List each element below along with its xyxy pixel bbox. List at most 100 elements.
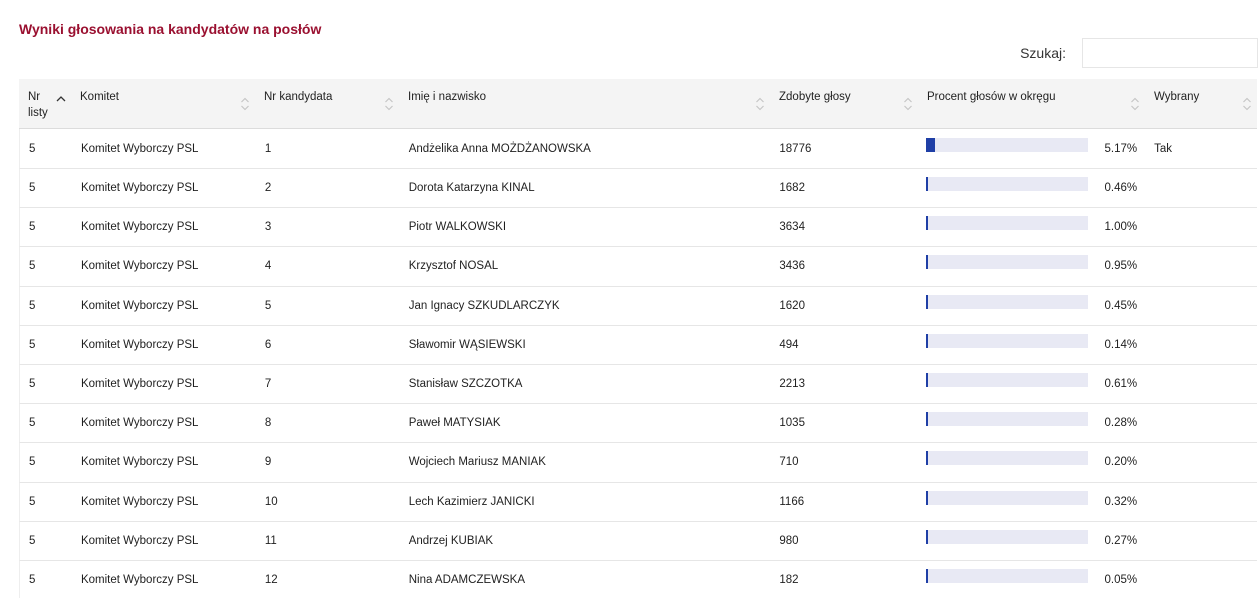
cell-percent: 0.61% [918, 365, 1145, 403]
cell-elected [1145, 169, 1257, 207]
column-header-percent[interactable]: Procent głosów w okręgu [918, 79, 1145, 128]
cell-percent: 0.05% [918, 561, 1145, 598]
cell-committee: Komitet Wyborczy PSL [80, 573, 199, 586]
percent-bar-track [926, 490, 1089, 505]
cell-name: Nina ADAMCZEWSKA [408, 573, 526, 586]
table-row: 5 Komitet Wyborczy PSL 8 Paweł MATYSIAK … [19, 404, 1257, 444]
percent-bar-track [926, 451, 1089, 466]
cell-name: Andrzej KUBIAK [408, 534, 494, 547]
column-header-elected[interactable]: Wybrany [1145, 79, 1257, 128]
cell-votes: 3634 [779, 221, 805, 234]
cell-votes: 1166 [779, 495, 805, 508]
column-header-name[interactable]: Imię i nazwisko [399, 79, 770, 128]
percent-bar-fill [926, 294, 929, 309]
cell-percent: 0.27% [918, 522, 1145, 560]
cell-elected [1145, 522, 1257, 560]
cell-candidate-number: 9 [264, 456, 272, 469]
column-header-votes[interactable]: Zdobyte głosy [770, 79, 918, 128]
sort-ascending-icon [56, 96, 66, 102]
sort-icon [756, 97, 764, 111]
percent-bar-fill [926, 373, 929, 388]
cell-elected [1145, 208, 1257, 246]
column-header-label: Nr listy [28, 91, 48, 119]
cell-list-number: 5 [29, 338, 36, 351]
column-header-candidate-number[interactable]: Nr kandydata [255, 79, 399, 128]
sort-icon [241, 97, 249, 111]
table-row: 5 Komitet Wyborczy PSL 9 Wojciech Marius… [19, 443, 1257, 483]
cell-list-number: 5 [29, 456, 36, 469]
cell-votes: 494 [779, 338, 799, 351]
percent-value: 0.20% [1104, 456, 1138, 469]
percent-bar-track [926, 177, 1089, 192]
percent-bar-fill [926, 333, 929, 348]
cell-list-number: 5 [29, 221, 36, 234]
cell-candidate-number: 12 [264, 573, 278, 586]
column-header-label: Procent głosów w okręgu [927, 91, 1056, 103]
cell-name: Piotr WALKOWSKI [408, 221, 507, 234]
page-title: Wyniki głosowania na kandydatów na posłó… [19, 21, 322, 37]
table-row: 5 Komitet Wyborczy PSL 7 Stanisław SZCZO… [19, 364, 1257, 405]
cell-votes: 2213 [779, 378, 805, 391]
percent-value: 0.32% [1104, 495, 1138, 508]
cell-votes: 1682 [779, 182, 805, 195]
cell-percent: 0.20% [918, 443, 1145, 481]
search-input[interactable] [1082, 38, 1258, 68]
percent-value: 0.05% [1104, 573, 1138, 586]
cell-name: Stanisław SZCZOTKA [408, 378, 523, 391]
percent-bar-track [926, 216, 1089, 231]
percent-bar-fill [926, 568, 929, 583]
cell-elected [1145, 326, 1257, 364]
cell-committee: Komitet Wyborczy PSL [80, 221, 199, 234]
table-row: 5 Komitet Wyborczy PSL 2 Dorota Katarzyn… [19, 169, 1257, 209]
percent-bar-fill [926, 451, 929, 466]
cell-name: Jan Ignacy SZKUDLARCZYK [408, 299, 560, 312]
cell-committee: Komitet Wyborczy PSL [80, 417, 199, 430]
cell-list-number: 5 [29, 378, 36, 391]
cell-list-number: 5 [29, 260, 36, 273]
cell-candidate-number: 11 [264, 534, 277, 547]
cell-elected [1145, 561, 1257, 598]
cell-percent: 1.00% [918, 208, 1145, 246]
percent-bar-fill [926, 177, 929, 192]
percent-bar-fill [926, 216, 929, 231]
cell-candidate-number: 5 [264, 299, 272, 312]
percent-value: 0.61% [1104, 378, 1138, 391]
cell-name: Sławomir WĄSIEWSKI [408, 338, 526, 351]
cell-votes: 1620 [779, 299, 805, 312]
sort-icon [1243, 97, 1251, 111]
cell-percent: 0.28% [918, 404, 1145, 442]
percent-bar-fill [926, 490, 929, 505]
cell-list-number: 5 [29, 182, 36, 195]
cell-name: Krzysztof NOSAL [408, 260, 499, 273]
table-row: 5 Komitet Wyborczy PSL 6 Sławomir WĄSIEW… [19, 325, 1257, 365]
column-header-committee[interactable]: Komitet [71, 79, 255, 128]
cell-list-number: 5 [29, 299, 36, 312]
cell-elected [1145, 365, 1257, 403]
cell-elected [1145, 247, 1257, 285]
column-header-list-number[interactable]: Nr listy [19, 79, 71, 128]
percent-value: 1.00% [1104, 221, 1138, 234]
cell-elected [1145, 443, 1257, 481]
search-bar: Szukaj: [1020, 38, 1258, 68]
column-header-label: Wybrany [1154, 91, 1200, 103]
cell-committee: Komitet Wyborczy PSL [80, 299, 199, 312]
percent-bar-fill [926, 255, 929, 270]
percent-bar-track [926, 255, 1089, 270]
percent-bar-track [926, 137, 1089, 152]
cell-votes: 182 [779, 573, 799, 586]
table-row: 5 Komitet Wyborczy PSL 5 Jan Ignacy SZKU… [19, 286, 1257, 326]
percent-bar-track [926, 373, 1089, 388]
percent-bar-track [926, 529, 1089, 544]
cell-percent: 0.14% [918, 326, 1145, 364]
cell-candidate-number: 7 [264, 378, 272, 391]
cell-votes: 3436 [779, 260, 805, 273]
cell-percent: 0.45% [918, 287, 1145, 325]
table-row: 5 Komitet Wyborczy PSL 3 Piotr WALKOWSKI… [19, 208, 1257, 248]
percent-bar-fill [926, 529, 929, 544]
column-header-label: Komitet [80, 91, 119, 103]
cell-candidate-number: 3 [264, 221, 272, 234]
cell-committee: Komitet Wyborczy PSL [80, 378, 199, 391]
cell-percent: 0.32% [918, 483, 1145, 521]
sort-icon [904, 97, 912, 111]
cell-votes: 18776 [779, 142, 812, 155]
